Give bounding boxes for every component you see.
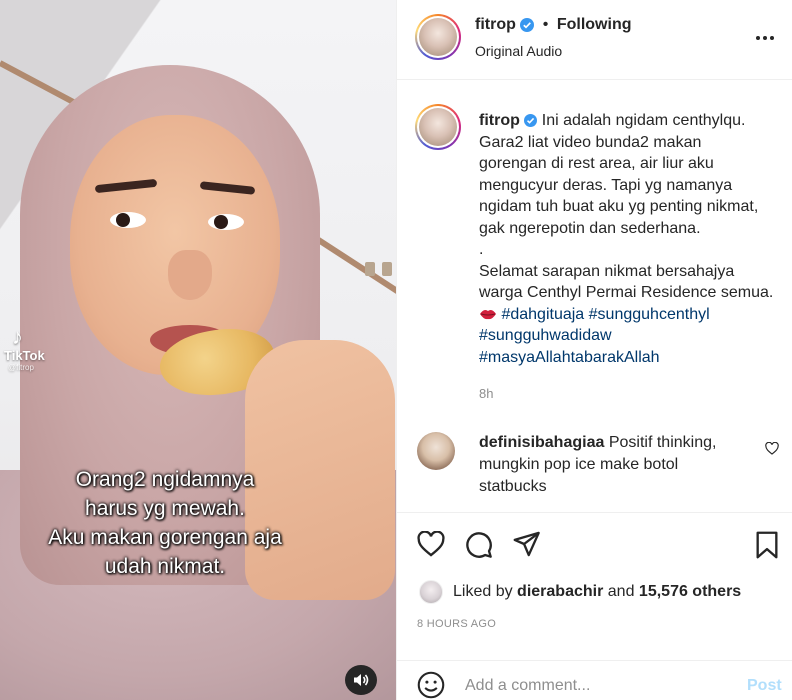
audio-link[interactable]: Original Audio: [475, 43, 562, 59]
caption-line: gak ngerepotin dan sederhana.: [479, 219, 701, 237]
comment-text: definisibahagiaa Positif thinking, mungk…: [479, 432, 749, 498]
separator-dot: •: [542, 16, 549, 33]
overlay-line: Aku makan gorengan aja: [48, 526, 282, 549]
comment-input[interactable]: Add a comment...: [465, 677, 590, 695]
post-header: fitrop • Following Original Audio: [397, 0, 792, 80]
author-username[interactable]: fitrop: [475, 16, 516, 33]
likes-conjunction: and: [607, 583, 635, 600]
hashtag-link[interactable]: #sungguhcenthyl: [589, 306, 710, 323]
caption-line: Selamat sarapan nikmat bersahajya: [479, 262, 735, 280]
likes-count[interactable]: 15,576 others: [639, 583, 741, 600]
share-paper-plane-icon[interactable]: [513, 531, 541, 557]
overlay-line: Orang2 ngidamnya: [75, 468, 255, 491]
hashtag-link[interactable]: #sungguhwadidaw: [479, 325, 779, 347]
tiktok-handle: @fitrop: [8, 363, 34, 372]
comment-line: Positif thinking,: [608, 434, 717, 451]
save-bookmark-icon[interactable]: [755, 531, 779, 559]
caption-line: mengucyur deras. Tapi yg namanya: [479, 176, 733, 194]
volume-icon: [354, 674, 369, 686]
caption-author-avatar[interactable]: [415, 104, 461, 150]
author-line: fitrop • Following: [475, 16, 632, 34]
video-player[interactable]: ♪ TikTok @fitrop Orang2 ngidamnya harus …: [0, 0, 396, 700]
hashtag-link[interactable]: #dahgituaja: [501, 306, 584, 323]
caption-line: warga Centhyl Permai Residence semua.: [479, 284, 774, 301]
like-heart-icon[interactable]: [417, 531, 445, 557]
caption-username[interactable]: fitrop: [479, 112, 520, 129]
overlay-line: harus yg mewah.: [85, 497, 245, 520]
comment-line: statbucks: [479, 478, 547, 495]
wall-detail: [382, 262, 392, 276]
verified-badge-icon: [524, 114, 538, 128]
tiktok-watermark: ♪ TikTok @fitrop: [4, 324, 64, 373]
commenter-username[interactable]: definisibahagiaa: [479, 434, 604, 451]
caption-line: Ini adalah ngidam centhylqu.: [541, 112, 746, 129]
caption-age: 8h: [479, 386, 494, 401]
author-avatar[interactable]: [415, 14, 461, 60]
likes-prefix: Liked by: [453, 583, 513, 600]
comment-composer: Add a comment... Post: [397, 660, 792, 700]
comment-like-heart-icon[interactable]: [765, 442, 779, 455]
comment-line: mungkin pop ice make botol: [479, 456, 679, 473]
eye: [208, 214, 244, 230]
commenter-avatar[interactable]: [417, 432, 455, 470]
liker-username[interactable]: dierabachir: [517, 583, 603, 600]
sound-toggle-button[interactable]: [345, 665, 377, 695]
caption-line: gorengan di rest area, air liur aku: [479, 155, 714, 172]
caption-text: fitrop Ini adalah ngidam centhylqu. Gara…: [479, 110, 779, 368]
video-caption-overlay: Orang2 ngidamnya harus yg mewah. Aku mak…: [0, 465, 330, 581]
post-time: 8 HOURS AGO: [417, 618, 497, 630]
likes-summary[interactable]: Liked by dierabachir and 15,576 others: [419, 580, 741, 604]
likes-text: Liked by dierabachir and 15,576 others: [453, 583, 741, 601]
caption-line: .: [479, 241, 484, 258]
hashtag-link[interactable]: #masyaAllahtabarakAllah: [479, 347, 779, 369]
tiktok-brand: TikTok: [4, 348, 45, 363]
following-button[interactable]: Following: [557, 16, 632, 33]
nose: [168, 250, 212, 300]
comment-bubble-icon[interactable]: [465, 531, 493, 559]
liker-avatar: [419, 580, 443, 604]
emoji-smiley-icon[interactable]: [417, 671, 445, 699]
wall-detail: [365, 262, 375, 276]
post-comment-button[interactable]: Post: [747, 677, 782, 695]
lips-emoji-icon: [480, 309, 496, 319]
caption-line: Gara2 liat video bunda2 makan: [479, 133, 702, 151]
caption-line: ngidam tuh buat aku yg penting nikmat,: [479, 198, 759, 215]
post-panel: fitrop • Following Original Audio fitrop: [396, 0, 792, 700]
tiktok-logo-icon: ♪: [12, 324, 23, 349]
more-options-icon[interactable]: [755, 30, 775, 46]
overlay-line: udah nikmat.: [104, 555, 226, 578]
eye: [110, 212, 146, 228]
verified-badge-icon: [520, 17, 535, 32]
